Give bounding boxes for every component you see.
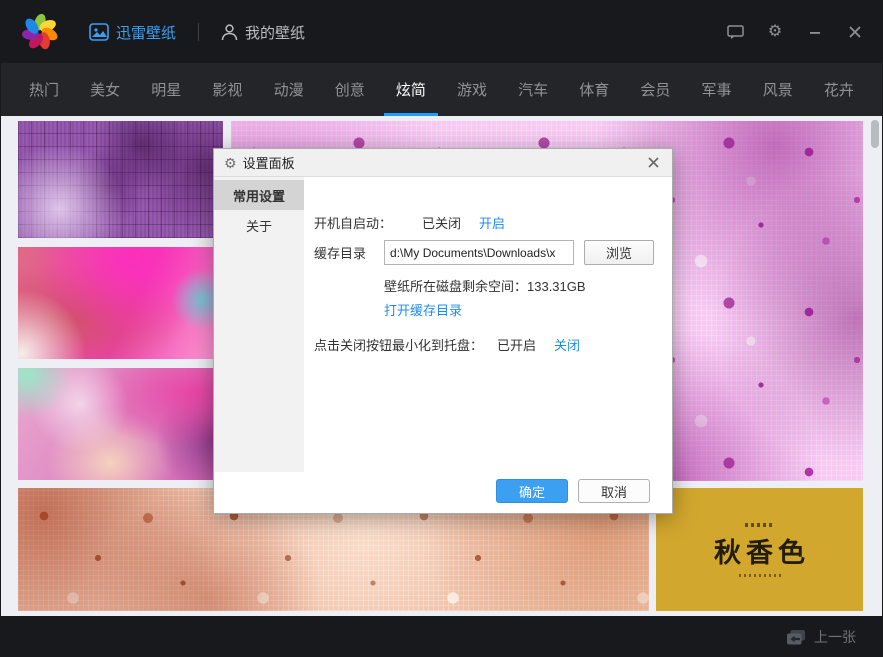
tab-sports[interactable]: 体育 bbox=[577, 63, 611, 116]
autostart-row: 开机自启动： 已关闭 开启 bbox=[314, 213, 505, 232]
nav-my-wallpapers[interactable]: 我的壁纸 bbox=[221, 22, 305, 43]
dialog-close-icon bbox=[648, 157, 659, 168]
picture-icon bbox=[89, 23, 109, 41]
nav-my-wallpapers-label: 我的壁纸 bbox=[245, 22, 305, 43]
tray-label: 点击关闭按钮最小化到托盘： bbox=[314, 335, 483, 354]
cache-dir-label: 缓存目录 bbox=[314, 243, 366, 262]
tab-games[interactable]: 游戏 bbox=[455, 63, 489, 116]
person-icon bbox=[221, 23, 238, 41]
app-window: 迅雷壁纸 我的壁纸 ⚙ 热门 美女 明星 影视 动漫 创意 bbox=[0, 0, 883, 657]
nav-wallpapers-label: 迅雷壁纸 bbox=[116, 22, 176, 43]
category-tab-bar: 热门 美女 明星 影视 动漫 创意 炫简 游戏 汽车 体育 会员 军事 风景 花… bbox=[1, 63, 882, 116]
browse-button[interactable]: 浏览 bbox=[584, 240, 654, 265]
minimize-icon bbox=[809, 26, 821, 38]
wallpaper-thumb-purple[interactable] bbox=[18, 121, 223, 238]
gallery-scrollbar[interactable] bbox=[871, 116, 879, 616]
nav-divider bbox=[198, 23, 199, 41]
tab-scenery[interactable]: 风景 bbox=[761, 63, 795, 116]
sidebar-item-general[interactable]: 常用设置 bbox=[214, 180, 304, 210]
title-bar: 迅雷壁纸 我的壁纸 ⚙ bbox=[1, 1, 882, 63]
close-icon bbox=[849, 26, 861, 38]
previous-image-icon bbox=[786, 629, 806, 646]
tab-flowers[interactable]: 花卉 bbox=[822, 63, 856, 116]
yellow-card-title: 秋香色 bbox=[709, 531, 810, 570]
settings-dialog: ⚙ 设置面板 常用设置 关于 开机自启动： 已关闭 开启 缓存目录 浏览 bbox=[213, 148, 673, 514]
tab-anime[interactable]: 动漫 bbox=[272, 63, 306, 116]
dialog-gear-icon: ⚙ bbox=[224, 156, 237, 170]
autostart-status: 已关闭 bbox=[422, 213, 461, 232]
cache-dir-input[interactable] bbox=[384, 240, 574, 265]
open-cache-row: 打开缓存目录 bbox=[384, 300, 462, 319]
yellow-card-ornament-bottom bbox=[739, 574, 781, 577]
disk-space-text: 壁纸所在磁盘剩余空间：133.31GB bbox=[384, 276, 586, 295]
tab-military[interactable]: 军事 bbox=[700, 63, 734, 116]
close-button[interactable] bbox=[846, 23, 864, 41]
cancel-button[interactable]: 取消 bbox=[578, 479, 650, 503]
tab-stars[interactable]: 明星 bbox=[149, 63, 183, 116]
tab-minimal-active[interactable]: 炫简 bbox=[394, 63, 428, 116]
tab-cars[interactable]: 汽车 bbox=[516, 63, 550, 116]
tray-status: 已开启 bbox=[497, 335, 536, 354]
top-nav: 迅雷壁纸 我的壁纸 bbox=[89, 22, 305, 43]
open-cache-dir-link[interactable]: 打开缓存目录 bbox=[384, 300, 462, 319]
dialog-sidebar: 常用设置 关于 bbox=[214, 177, 304, 472]
tab-beauty[interactable]: 美女 bbox=[88, 63, 122, 116]
autostart-enable-link[interactable]: 开启 bbox=[479, 213, 505, 232]
tab-creative[interactable]: 创意 bbox=[333, 63, 367, 116]
minimize-button[interactable] bbox=[806, 23, 824, 41]
settings-dialog-header: ⚙ 设置面板 bbox=[214, 149, 672, 177]
previous-wallpaper-button[interactable]: 上一张 bbox=[786, 627, 856, 647]
sidebar-item-about[interactable]: 关于 bbox=[214, 210, 304, 240]
tab-movies[interactable]: 影视 bbox=[210, 63, 244, 116]
tab-vip[interactable]: 会员 bbox=[638, 63, 672, 116]
previous-wallpaper-label: 上一张 bbox=[814, 627, 856, 647]
wallpaper-thumb-pastel-blur[interactable] bbox=[18, 368, 223, 480]
yellow-card-ornament-top bbox=[745, 523, 775, 527]
tray-row: 点击关闭按钮最小化到托盘： 已开启 关闭 bbox=[314, 335, 580, 354]
settings-button[interactable]: ⚙ bbox=[766, 23, 784, 41]
cache-dir-row: 缓存目录 浏览 bbox=[314, 240, 654, 265]
disk-space-row: 壁纸所在磁盘剩余空间：133.31GB bbox=[384, 276, 586, 295]
wallpaper-thumb-pink-blur[interactable] bbox=[18, 247, 223, 359]
autostart-label: 开机自启动： bbox=[314, 213, 392, 232]
bottom-bar: 上一张 bbox=[1, 616, 882, 657]
app-logo-icon bbox=[19, 11, 61, 53]
dialog-title: 设置面板 bbox=[243, 153, 295, 172]
tab-hot[interactable]: 热门 bbox=[27, 63, 61, 116]
window-controls: ⚙ bbox=[726, 23, 864, 41]
ok-button[interactable]: 确定 bbox=[496, 479, 568, 503]
nav-wallpapers[interactable]: 迅雷壁纸 bbox=[89, 22, 176, 43]
dialog-close-button[interactable] bbox=[644, 154, 662, 172]
message-icon bbox=[727, 25, 744, 40]
gear-icon: ⚙ bbox=[768, 24, 782, 40]
dialog-content: 开机自启动： 已关闭 开启 缓存目录 浏览 壁纸所在磁盘剩余空间：133.31G… bbox=[304, 177, 672, 513]
tray-disable-link[interactable]: 关闭 bbox=[554, 335, 580, 354]
scrollbar-thumb[interactable] bbox=[871, 120, 879, 148]
wallpaper-thumb-yellow-card[interactable]: 秋香色 bbox=[656, 488, 863, 611]
feedback-button[interactable] bbox=[726, 23, 744, 41]
